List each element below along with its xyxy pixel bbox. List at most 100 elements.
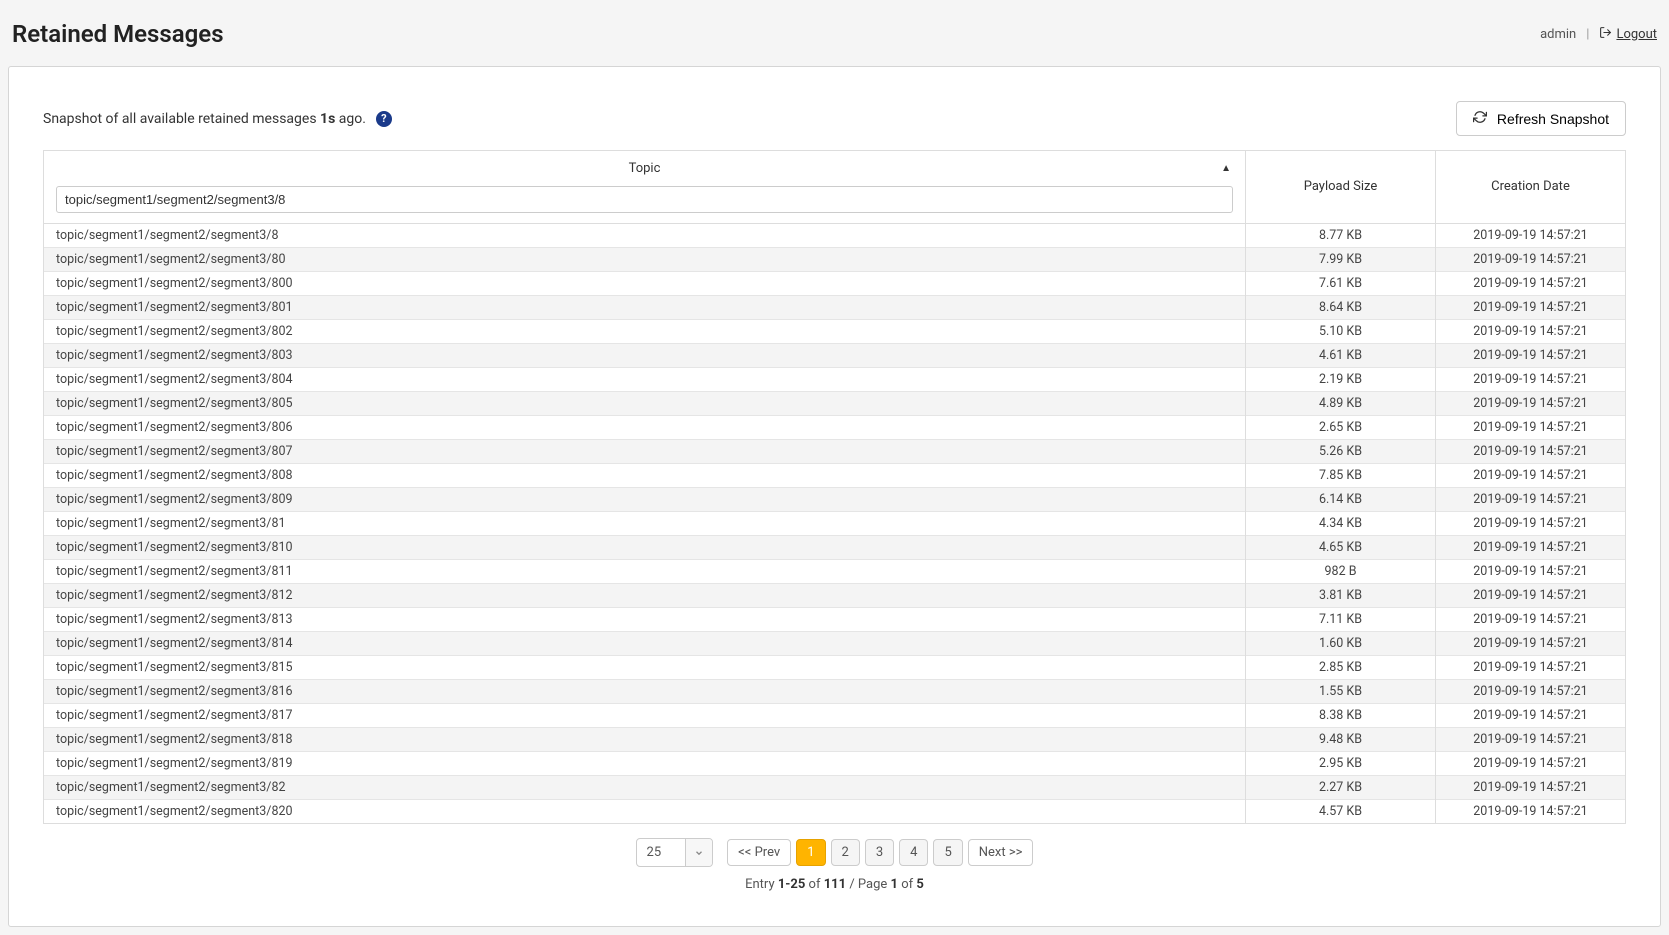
cell-size: 9.48 KB (1246, 728, 1436, 752)
table-row[interactable]: topic/segment1/segment2/segment3/8141.60… (44, 632, 1626, 656)
cell-size: 4.34 KB (1246, 512, 1436, 536)
table-row[interactable]: topic/segment1/segment2/segment3/8192.95… (44, 752, 1626, 776)
table-row[interactable]: topic/segment1/segment2/segment3/8087.85… (44, 464, 1626, 488)
cell-size: 982 B (1246, 560, 1436, 584)
table-row[interactable]: topic/segment1/segment2/segment3/8204.57… (44, 800, 1626, 824)
snapshot-info: Snapshot of all available retained messa… (43, 111, 392, 127)
cell-size: 4.61 KB (1246, 344, 1436, 368)
cell-size: 1.60 KB (1246, 632, 1436, 656)
column-header-topic[interactable]: Topic ▲ (44, 151, 1246, 224)
table-row[interactable]: topic/segment1/segment2/segment3/8137.11… (44, 608, 1626, 632)
table-row[interactable]: topic/segment1/segment2/segment3/8152.85… (44, 656, 1626, 680)
logout-link[interactable]: Logout (1599, 26, 1657, 43)
cell-topic: topic/segment1/segment2/segment3/815 (44, 656, 1246, 680)
table-row[interactable]: topic/segment1/segment2/segment3/8161.55… (44, 680, 1626, 704)
page-title: Retained Messages (12, 20, 224, 48)
table-row[interactable]: topic/segment1/segment2/segment3/88.77 K… (44, 224, 1626, 248)
cell-date: 2019-09-19 14:57:21 (1436, 728, 1626, 752)
table-row[interactable]: topic/segment1/segment2/segment3/814.34 … (44, 512, 1626, 536)
cell-topic: topic/segment1/segment2/segment3/800 (44, 272, 1246, 296)
content-panel: Snapshot of all available retained messa… (8, 66, 1661, 927)
cell-topic: topic/segment1/segment2/segment3/806 (44, 416, 1246, 440)
table-row[interactable]: topic/segment1/segment2/segment3/8104.65… (44, 536, 1626, 560)
snapshot-prefix: Snapshot of all available retained messa… (43, 111, 320, 127)
cell-date: 2019-09-19 14:57:21 (1436, 752, 1626, 776)
cell-size: 5.26 KB (1246, 440, 1436, 464)
table-row[interactable]: topic/segment1/segment2/segment3/8178.38… (44, 704, 1626, 728)
cell-size: 6.14 KB (1246, 488, 1436, 512)
cell-size: 7.85 KB (1246, 464, 1436, 488)
help-icon[interactable]: ? (376, 111, 392, 127)
cell-topic: topic/segment1/segment2/segment3/816 (44, 680, 1246, 704)
cell-topic: topic/segment1/segment2/segment3/81 (44, 512, 1246, 536)
separator: | (1586, 27, 1589, 42)
entry-total: 111 (824, 877, 846, 892)
cell-date: 2019-09-19 14:57:21 (1436, 368, 1626, 392)
table-row[interactable]: topic/segment1/segment2/segment3/807.99 … (44, 248, 1626, 272)
table-row[interactable]: topic/segment1/segment2/segment3/8034.61… (44, 344, 1626, 368)
pager-page-button[interactable]: 2 (831, 839, 860, 866)
table-row[interactable]: topic/segment1/segment2/segment3/8054.89… (44, 392, 1626, 416)
cell-date: 2019-09-19 14:57:21 (1436, 392, 1626, 416)
refresh-snapshot-button[interactable]: Refresh Snapshot (1456, 101, 1626, 136)
cell-date: 2019-09-19 14:57:21 (1436, 560, 1626, 584)
cell-date: 2019-09-19 14:57:21 (1436, 512, 1626, 536)
page-size-value: 25 (637, 839, 686, 866)
pager-page-button[interactable]: 5 (933, 839, 962, 866)
pagination: << Prev12345Next >> (727, 839, 1033, 866)
cell-size: 2.27 KB (1246, 776, 1436, 800)
column-header-payload-size[interactable]: Payload Size (1246, 151, 1436, 224)
cell-topic: topic/segment1/segment2/segment3/812 (44, 584, 1246, 608)
table-row[interactable]: topic/segment1/segment2/segment3/8189.48… (44, 728, 1626, 752)
cell-topic: topic/segment1/segment2/segment3/80 (44, 248, 1246, 272)
cell-topic: topic/segment1/segment2/segment3/818 (44, 728, 1246, 752)
table-row[interactable]: topic/segment1/segment2/segment3/822.27 … (44, 776, 1626, 800)
cell-date: 2019-09-19 14:57:21 (1436, 440, 1626, 464)
pager-next-button[interactable]: Next >> (968, 839, 1034, 866)
cell-date: 2019-09-19 14:57:21 (1436, 776, 1626, 800)
cell-topic: topic/segment1/segment2/segment3/804 (44, 368, 1246, 392)
cell-date: 2019-09-19 14:57:21 (1436, 632, 1626, 656)
refresh-label: Refresh Snapshot (1497, 111, 1609, 127)
column-header-creation-date[interactable]: Creation Date (1436, 151, 1626, 224)
logout-label: Logout (1616, 27, 1657, 42)
cell-topic: topic/segment1/segment2/segment3/811 (44, 560, 1246, 584)
pager-page-button[interactable]: 4 (899, 839, 928, 866)
chevron-down-icon (685, 839, 712, 866)
cell-date: 2019-09-19 14:57:21 (1436, 488, 1626, 512)
pager-page-button[interactable]: 3 (865, 839, 894, 866)
cell-size: 7.61 KB (1246, 272, 1436, 296)
table-row[interactable]: topic/segment1/segment2/segment3/8123.81… (44, 584, 1626, 608)
table-row[interactable]: topic/segment1/segment2/segment3/811982 … (44, 560, 1626, 584)
table-row[interactable]: topic/segment1/segment2/segment3/8007.61… (44, 272, 1626, 296)
user-area: admin | Logout (1540, 26, 1657, 43)
table-row[interactable]: topic/segment1/segment2/segment3/8025.10… (44, 320, 1626, 344)
refresh-icon (1473, 110, 1487, 127)
cell-size: 2.19 KB (1246, 368, 1436, 392)
entry-page: 1 (891, 877, 898, 892)
cell-size: 2.95 KB (1246, 752, 1436, 776)
sort-asc-icon: ▲ (1221, 163, 1231, 174)
cell-date: 2019-09-19 14:57:21 (1436, 296, 1626, 320)
cell-date: 2019-09-19 14:57:21 (1436, 680, 1626, 704)
cell-topic: topic/segment1/segment2/segment3/813 (44, 608, 1246, 632)
cell-topic: topic/segment1/segment2/segment3/809 (44, 488, 1246, 512)
table-row[interactable]: topic/segment1/segment2/segment3/8096.14… (44, 488, 1626, 512)
cell-size: 7.11 KB (1246, 608, 1436, 632)
cell-date: 2019-09-19 14:57:21 (1436, 584, 1626, 608)
table-row[interactable]: topic/segment1/segment2/segment3/8062.65… (44, 416, 1626, 440)
cell-date: 2019-09-19 14:57:21 (1436, 656, 1626, 680)
page-size-select[interactable]: 25 (636, 838, 714, 867)
cell-date: 2019-09-19 14:57:21 (1436, 272, 1626, 296)
table-row[interactable]: topic/segment1/segment2/segment3/8018.64… (44, 296, 1626, 320)
pager-prev-button[interactable]: << Prev (727, 839, 791, 866)
table-row[interactable]: topic/segment1/segment2/segment3/8042.19… (44, 368, 1626, 392)
table-row[interactable]: topic/segment1/segment2/segment3/8075.26… (44, 440, 1626, 464)
cell-topic: topic/segment1/segment2/segment3/805 (44, 392, 1246, 416)
entry-pages-total: 5 (916, 877, 923, 892)
pager-page-button[interactable]: 1 (796, 839, 825, 866)
column-topic-label: Topic (629, 161, 661, 176)
snapshot-age: 1s (320, 111, 335, 127)
cell-size: 3.81 KB (1246, 584, 1436, 608)
topic-filter-input[interactable] (56, 186, 1233, 213)
